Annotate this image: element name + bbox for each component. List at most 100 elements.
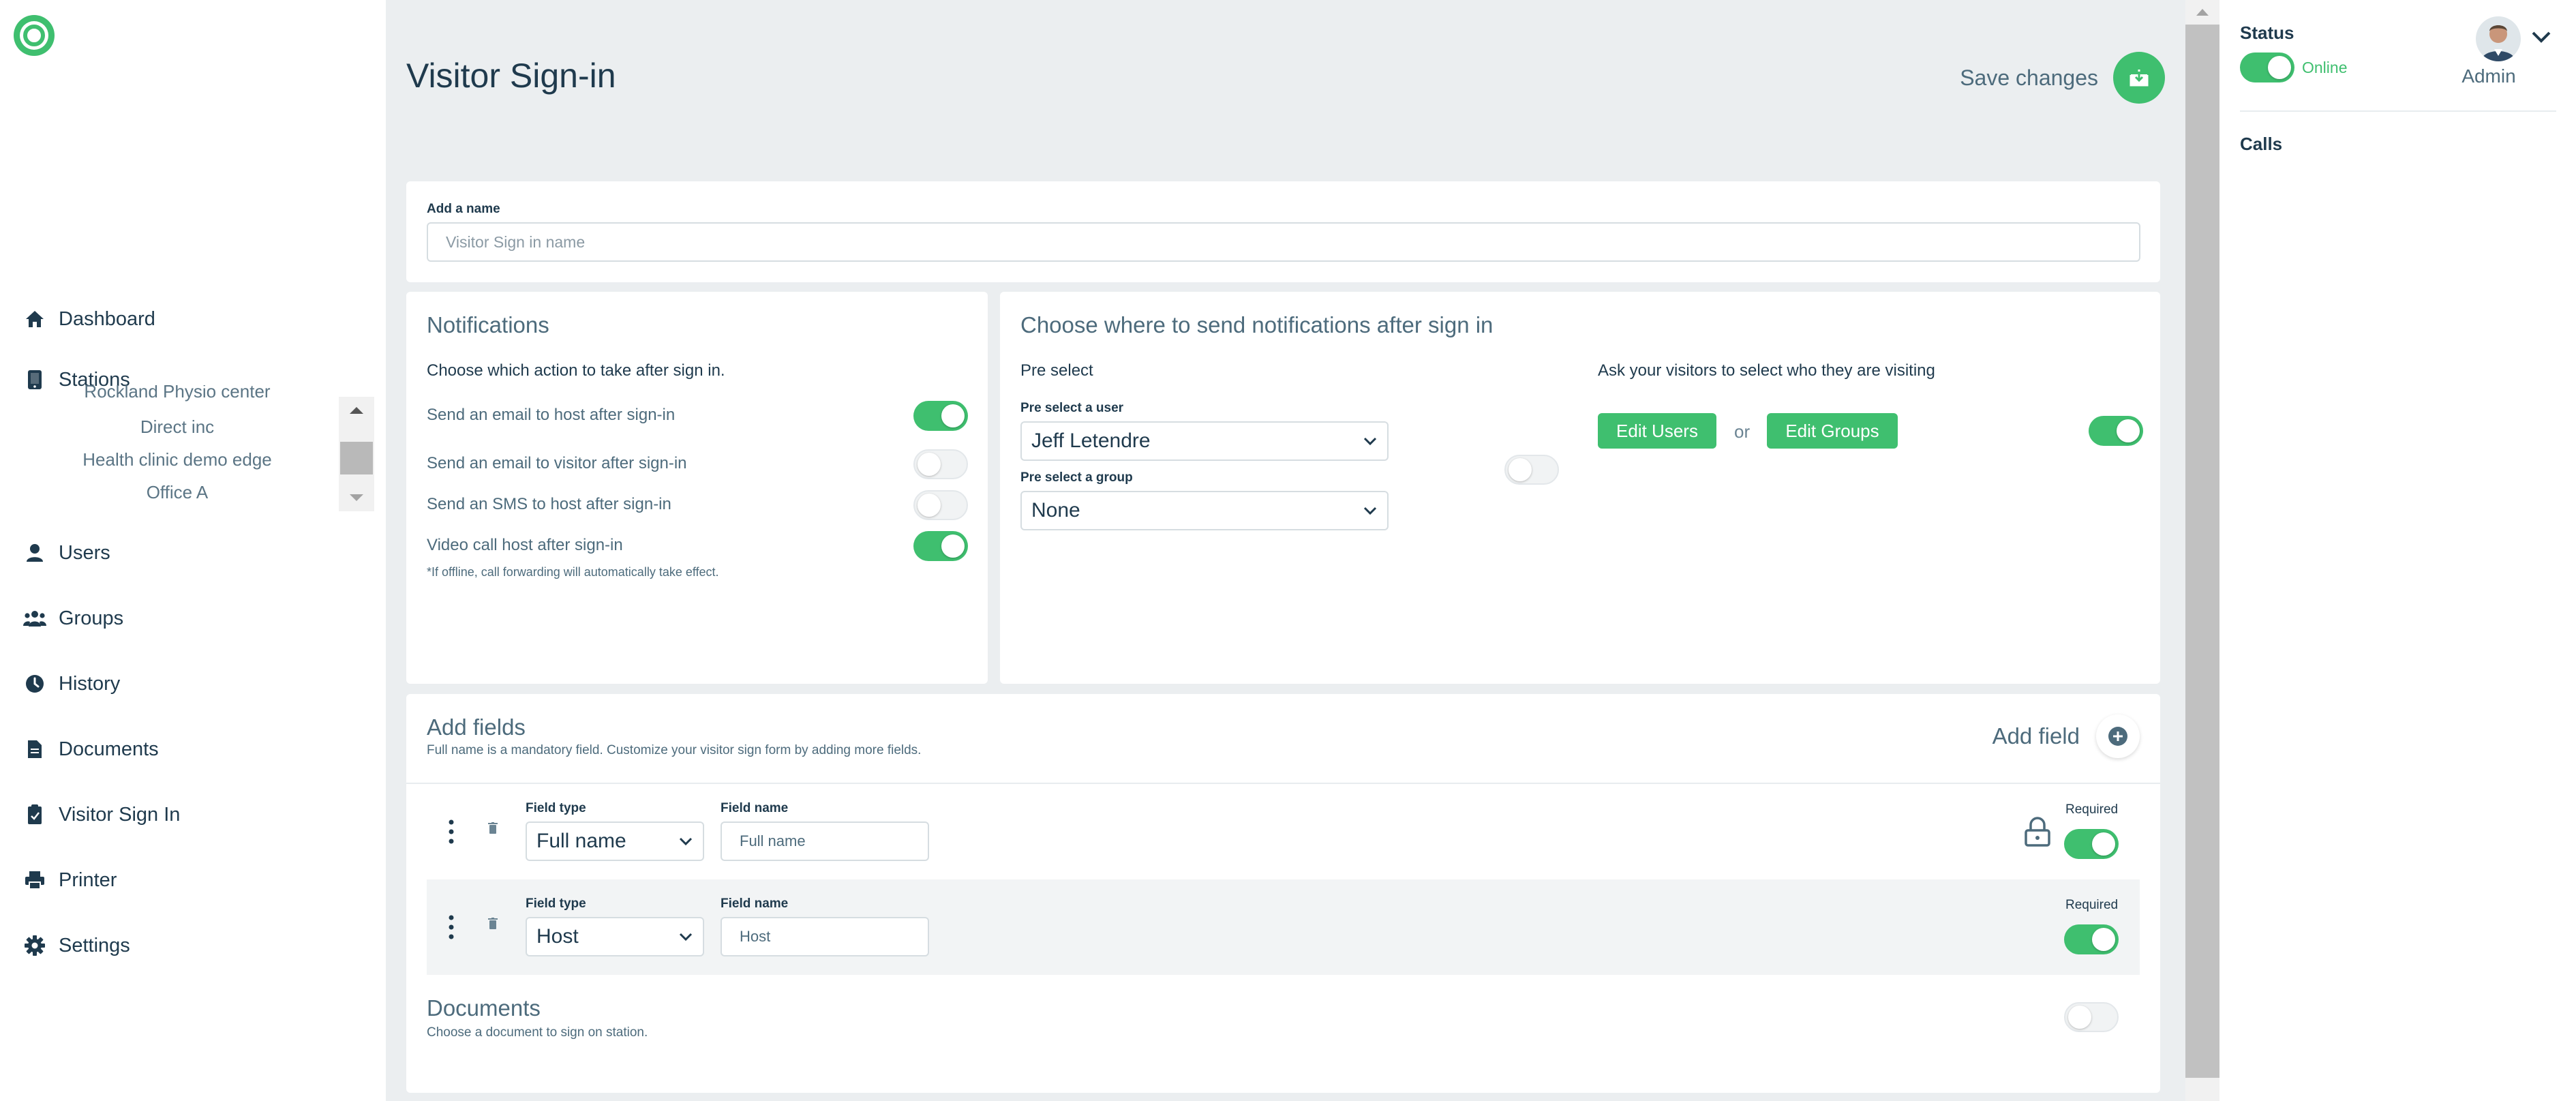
station-name-input[interactable]: Visitor Sign in name: [427, 222, 2140, 262]
select-value: Jeff Letendre: [1031, 429, 1151, 452]
required-label: Required: [2065, 898, 2119, 912]
user-icon: [23, 541, 46, 564]
notification-note: *If offline, call forwarding will automa…: [427, 565, 719, 579]
fields-subtitle: Full name is a mandatory field. Customiz…: [427, 743, 922, 757]
preselect-user-label: Pre select a user: [1020, 401, 1124, 415]
documents-subtitle: Choose a document to sign on station.: [427, 1025, 648, 1040]
scrollbar-thumb[interactable]: [2185, 25, 2219, 1078]
stations-scrollbar[interactable]: [339, 397, 374, 511]
save-icon[interactable]: [2113, 52, 2165, 104]
status-value: Online: [2302, 59, 2348, 76]
sidebar-item-groups[interactable]: Groups: [23, 598, 123, 639]
page-scrollbar[interactable]: [2185, 0, 2219, 1101]
list-item[interactable]: Rockland Physio center: [41, 385, 314, 402]
sidebar-item-label: Groups: [59, 607, 124, 629]
required-toggle[interactable]: [2064, 829, 2119, 859]
document-icon: [23, 738, 46, 761]
add-field-button[interactable]: Add field: [1992, 714, 2140, 758]
list-item[interactable]: Office A: [41, 482, 314, 503]
notifications-subtitle: Choose which action to take after sign i…: [427, 361, 725, 380]
chevron-down-icon: [679, 933, 693, 941]
field-name-label: Field name: [721, 896, 789, 911]
status-toggle[interactable]: [2240, 52, 2294, 82]
ask-visitors-toggle[interactable]: [2089, 416, 2143, 446]
divider: [2240, 110, 2556, 112]
preselect-toggle[interactable]: [1504, 455, 1559, 485]
app-logo[interactable]: [12, 13, 57, 58]
preselect-group-select[interactable]: None: [1020, 491, 1389, 530]
avatar[interactable]: [2476, 16, 2521, 61]
field-type-select[interactable]: Host: [526, 917, 704, 956]
gear-icon: [23, 934, 46, 957]
list-item[interactable]: Health clinic demo edge: [41, 449, 314, 470]
field-row: Field type Full name Field name Full nam…: [427, 784, 2140, 879]
or-label: or: [1734, 421, 1751, 442]
sidebar-item-label: History: [59, 672, 121, 695]
notification-label: Send an email to host after sign-in: [427, 406, 676, 424]
notification-label: Video call host after sign-in: [427, 536, 623, 554]
fields-card: Add fields Full name is a mandatory fiel…: [406, 694, 2160, 1093]
trash-icon[interactable]: [488, 918, 498, 933]
video-call-toggle[interactable]: [913, 531, 968, 561]
status-label: Status: [2240, 22, 2294, 43]
documents-title: Documents: [427, 995, 541, 1021]
field-type-label: Field type: [526, 896, 586, 911]
notifications-title: Notifications: [427, 312, 549, 337]
user-role: Admin: [2461, 65, 2516, 87]
sidebar-item-users[interactable]: Users: [23, 532, 110, 573]
edit-groups-button[interactable]: Edit Groups: [1767, 413, 1898, 449]
sidebar-item-label: Dashboard: [59, 307, 155, 330]
destination-title: Choose where to send notifications after…: [1020, 312, 1494, 337]
drag-handle-icon[interactable]: [449, 819, 454, 847]
fields-title: Add fields: [427, 714, 526, 740]
save-label: Save changes: [1960, 65, 2098, 90]
field-name-label: Field name: [721, 801, 789, 815]
scroll-up-icon[interactable]: [339, 397, 374, 424]
email-host-toggle[interactable]: [913, 401, 968, 431]
field-row: Field type Host Field name Host Required: [427, 879, 2140, 975]
name-card: Add a name Visitor Sign in name: [406, 181, 2160, 282]
stations-list: Rockland Physio center Direct inc Health…: [41, 385, 334, 511]
sidebar-item-history[interactable]: History: [23, 663, 120, 704]
home-icon: [23, 307, 46, 331]
field-type-label: Field type: [526, 801, 586, 815]
add-icon[interactable]: [2096, 714, 2140, 758]
edit-users-button[interactable]: Edit Users: [1598, 413, 1716, 449]
sidebar-item-label: Settings: [59, 934, 130, 956]
chevron-down-icon: [1363, 437, 1377, 446]
sidebar-item-printer[interactable]: Printer: [23, 860, 117, 901]
sidebar-item-label: Users: [59, 541, 110, 564]
destination-card: Choose where to send notifications after…: [1000, 292, 2160, 684]
sidebar-item-label: Visitor Sign In: [59, 803, 181, 826]
field-name-input[interactable]: Host: [721, 917, 929, 956]
calls-heading: Calls: [2240, 134, 2283, 154]
notification-label: Send an SMS to host after sign-in: [427, 495, 671, 513]
trash-icon[interactable]: [488, 822, 498, 838]
sidebar-item-settings[interactable]: Settings: [23, 925, 130, 966]
clipboard-check-icon: [23, 803, 46, 826]
documents-toggle[interactable]: [2064, 1002, 2119, 1032]
preselect-user-select[interactable]: Jeff Letendre: [1020, 421, 1389, 461]
sms-host-toggle[interactable]: [913, 490, 968, 520]
main-content: Visitor Sign-in Save changes Add a name …: [386, 0, 2185, 1101]
printer-icon: [23, 869, 46, 892]
scrollbar-thumb[interactable]: [340, 442, 373, 474]
field-type-select[interactable]: Full name: [526, 821, 704, 861]
sidebar-item-dashboard[interactable]: Dashboard: [23, 299, 155, 340]
email-visitor-toggle[interactable]: [913, 449, 968, 479]
chevron-down-icon: [679, 837, 693, 846]
ask-heading: Ask your visitors to select who they are…: [1598, 361, 1935, 380]
chevron-down-icon: [1363, 507, 1377, 515]
sidebar-item-visitor-sign-in[interactable]: Visitor Sign In: [23, 794, 180, 835]
drag-handle-icon[interactable]: [449, 915, 454, 943]
scroll-up-icon[interactable]: [2185, 0, 2219, 25]
scroll-down-icon[interactable]: [339, 484, 374, 511]
select-value: Full name: [536, 830, 626, 852]
required-toggle[interactable]: [2064, 924, 2119, 954]
sidebar-item-documents[interactable]: Documents: [23, 729, 159, 770]
list-item[interactable]: Direct inc: [41, 417, 314, 438]
chevron-down-icon[interactable]: [2531, 30, 2551, 47]
save-button[interactable]: Save changes: [1960, 52, 2165, 104]
field-name-input[interactable]: Full name: [721, 821, 929, 861]
select-value: Host: [536, 925, 579, 948]
